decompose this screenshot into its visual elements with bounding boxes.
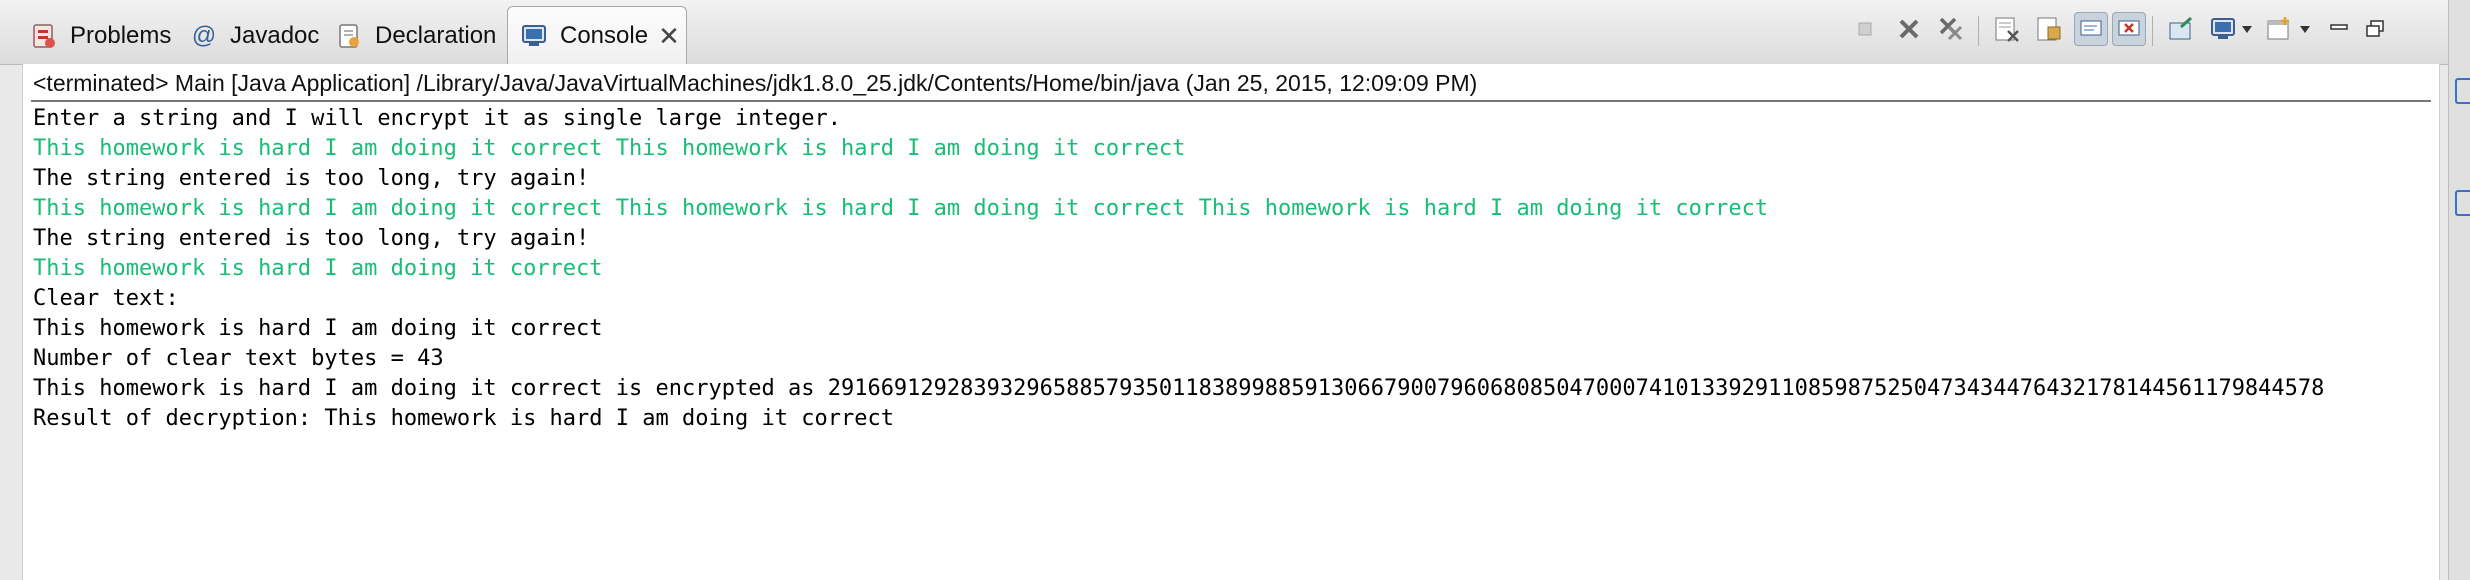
window-edge-icon — [2455, 78, 2470, 104]
declaration-icon — [335, 22, 363, 50]
tab-label: Declaration — [375, 22, 497, 49]
divider — [31, 100, 2431, 102]
console-output-line: Result of decryption: This homework is h… — [33, 406, 894, 431]
problems-icon — [30, 22, 58, 50]
open-console-icon[interactable] — [2262, 12, 2296, 46]
console-panel[interactable]: <terminated> Main [Java Application] /Li… — [22, 64, 2440, 580]
console-input-line: This homework is hard I am doing it corr… — [33, 256, 603, 281]
eclipse-console-view: Problems @ Javadoc Declaration Console ✕ — [0, 0, 2470, 580]
console-output-line: Clear text: — [33, 286, 179, 311]
tab-console[interactable]: Console ✕ — [507, 6, 687, 64]
chevron-down-icon[interactable] — [2242, 26, 2252, 33]
window-edge-icon — [2455, 190, 2470, 216]
toolbar-separator — [1978, 16, 1979, 46]
clear-console-icon[interactable] — [1990, 12, 2024, 46]
tab-label: Console — [560, 21, 649, 49]
display-selected-console-icon[interactable] — [2206, 12, 2240, 46]
pin-console-icon[interactable] — [2164, 12, 2198, 46]
console-output-line: The string entered is too long, try agai… — [33, 166, 590, 191]
close-icon[interactable]: ✕ — [658, 23, 680, 49]
console-output-line: The string entered is too long, try agai… — [33, 226, 590, 251]
terminate-icon[interactable] — [1848, 12, 1882, 46]
tab-label: Javadoc — [230, 22, 320, 49]
tab-declaration[interactable]: Declaration — [335, 10, 496, 62]
show-console-on-stdout-icon[interactable] — [2074, 12, 2108, 46]
toolbar-separator — [2152, 16, 2153, 46]
console-output-line: This homework is hard I am doing it corr… — [33, 376, 2325, 401]
remove-launch-icon[interactable] — [1892, 12, 1926, 46]
console-process-label: <terminated> Main [Java Application] /Li… — [33, 70, 1478, 96]
console-icon — [520, 22, 548, 50]
at-sign-icon: @ — [191, 22, 217, 49]
tab-problems[interactable]: Problems — [30, 10, 171, 62]
console-input-line: This homework is hard I am doing it corr… — [33, 136, 1186, 161]
tab-label: Problems — [70, 22, 172, 49]
console-output-line: This homework is hard I am doing it corr… — [33, 316, 603, 341]
chevron-down-icon[interactable] — [2300, 26, 2310, 33]
remove-all-terminated-icon[interactable] — [1934, 12, 1968, 46]
scroll-lock-icon[interactable] — [2032, 12, 2066, 46]
maximize-icon[interactable] — [2358, 12, 2392, 46]
console-output-line: Number of clear text bytes = 43 — [33, 346, 444, 371]
show-console-on-stderr-icon[interactable] — [2112, 12, 2146, 46]
console-output-line: Enter a string and I will encrypt it as … — [33, 106, 841, 131]
console-input-line: This homework is hard I am doing it corr… — [33, 196, 1769, 221]
view-tab-bar: Problems @ Javadoc Declaration Console ✕ — [0, 0, 2448, 65]
minimize-icon[interactable] — [2322, 12, 2356, 46]
console-output[interactable]: Enter a string and I will encrypt it as … — [33, 104, 2439, 580]
window-right-edge — [2448, 0, 2470, 580]
tab-javadoc[interactable]: @ Javadoc — [190, 10, 320, 62]
